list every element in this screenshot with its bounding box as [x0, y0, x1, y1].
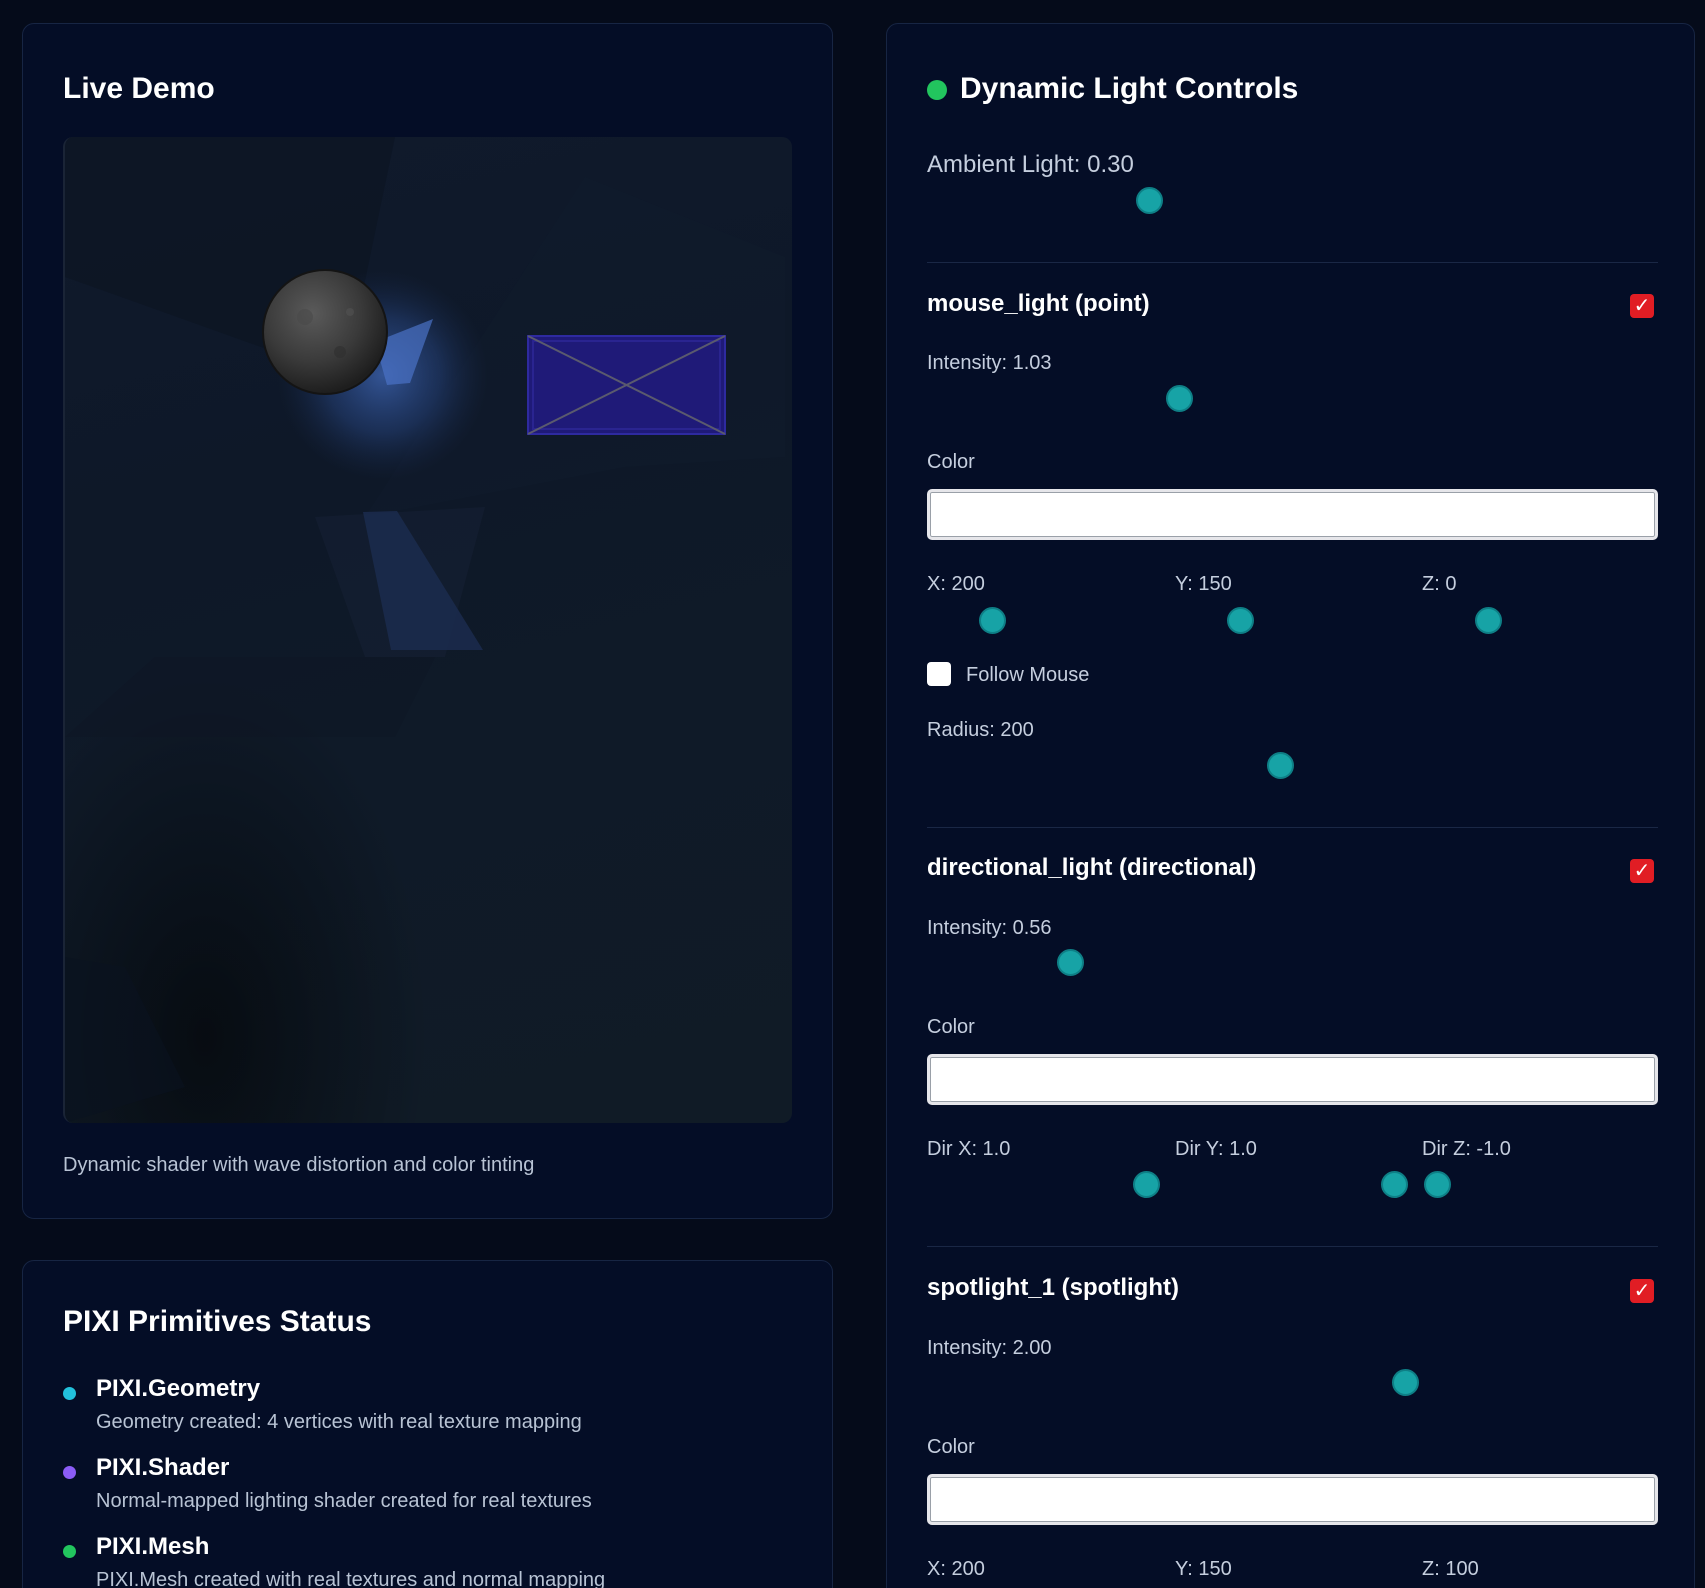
- spotlight-color-input[interactable]: [927, 1474, 1658, 1525]
- mouse-light-x-slider[interactable]: [979, 607, 1006, 634]
- mouse-light-y-slider[interactable]: [1227, 607, 1254, 634]
- intensity-label: Intensity: 2.00: [927, 1337, 1052, 1359]
- directional-light-intensity-slider[interactable]: [1057, 949, 1084, 976]
- mouse-light-z-slider[interactable]: [1475, 607, 1502, 634]
- light-controls-card: Dynamic Light Controls Ambient Light: 0.…: [886, 23, 1695, 1588]
- status-dot-icon: [63, 1387, 76, 1400]
- moon-sprite: [262, 269, 388, 395]
- status-item-name: PIXI.Shader: [96, 1454, 230, 1481]
- color-label: Color: [927, 1016, 975, 1038]
- z-label: Z: 0: [1422, 573, 1457, 595]
- mouse-light-radius-slider[interactable]: [1267, 752, 1294, 779]
- follow-mouse-label: Follow Mouse: [966, 664, 1090, 686]
- status-item-name: PIXI.Geometry: [96, 1375, 261, 1402]
- y-label: Y: 150: [1175, 1558, 1232, 1580]
- directional-light-dir-y-slider[interactable]: [1381, 1171, 1408, 1198]
- spotlight-intensity-slider[interactable]: [1392, 1369, 1419, 1396]
- z-label: Z: 100: [1422, 1558, 1479, 1580]
- dir-y-label: Dir Y: 1.0: [1175, 1138, 1257, 1160]
- mesh-quad: [527, 335, 726, 435]
- y-label: Y: 150: [1175, 573, 1232, 595]
- divider: [927, 1246, 1658, 1247]
- demo-scene: [65, 137, 785, 1123]
- light-name-spotlight: spotlight_1 (spotlight): [927, 1274, 1179, 1301]
- divider: [927, 827, 1658, 828]
- enable-spotlight-checkbox[interactable]: ✓: [1630, 1279, 1654, 1303]
- status-indicator-icon: [927, 80, 947, 100]
- live-demo-card: Live Demo Dynamic shader with wave disto…: [22, 23, 833, 1219]
- directional-light-color-input[interactable]: [927, 1054, 1658, 1105]
- mouse-light-intensity-slider[interactable]: [1166, 385, 1193, 412]
- directional-light-dir-x-slider[interactable]: [1133, 1171, 1160, 1198]
- light-name-directional-light: directional_light (directional): [927, 854, 1257, 881]
- divider: [927, 262, 1658, 263]
- status-item-desc: Normal-mapped lighting shader created fo…: [96, 1490, 592, 1512]
- primitives-status-card: PIXI Primitives Status PIXI.Geometry Geo…: [22, 1260, 833, 1588]
- enable-directional-light-checkbox[interactable]: ✓: [1630, 859, 1654, 883]
- primitives-status-title: PIXI Primitives Status: [63, 1305, 372, 1338]
- live-demo-title: Live Demo: [63, 72, 215, 105]
- ambient-light-slider[interactable]: [1136, 187, 1163, 214]
- demo-caption: Dynamic shader with wave distortion and …: [63, 1154, 535, 1176]
- light-controls-title: Dynamic Light Controls: [960, 72, 1299, 105]
- status-item-desc: Geometry created: 4 vertices with real t…: [96, 1411, 582, 1433]
- color-label: Color: [927, 451, 975, 473]
- intensity-label: Intensity: 1.03: [927, 352, 1052, 374]
- enable-mouse-light-checkbox[interactable]: ✓: [1630, 294, 1654, 318]
- status-dot-icon: [63, 1466, 76, 1479]
- radius-label: Radius: 200: [927, 719, 1034, 741]
- follow-mouse-checkbox[interactable]: [927, 662, 951, 686]
- x-label: X: 200: [927, 573, 985, 595]
- demo-canvas[interactable]: [63, 137, 792, 1123]
- dir-x-label: Dir X: 1.0: [927, 1138, 1011, 1160]
- dir-z-label: Dir Z: -1.0: [1422, 1138, 1511, 1160]
- directional-light-dir-z-slider[interactable]: [1424, 1171, 1451, 1198]
- intensity-label: Intensity: 0.56: [927, 917, 1052, 939]
- x-label: X: 200: [927, 1558, 985, 1580]
- status-dot-icon: [63, 1545, 76, 1558]
- status-item-name: PIXI.Mesh: [96, 1533, 210, 1560]
- status-item-desc: PIXI.Mesh created with real textures and…: [96, 1569, 606, 1588]
- mouse-light-color-input[interactable]: [927, 489, 1658, 540]
- ambient-light-label: Ambient Light: 0.30: [927, 151, 1134, 178]
- color-label: Color: [927, 1436, 975, 1458]
- light-name-mouse-light: mouse_light (point): [927, 290, 1150, 317]
